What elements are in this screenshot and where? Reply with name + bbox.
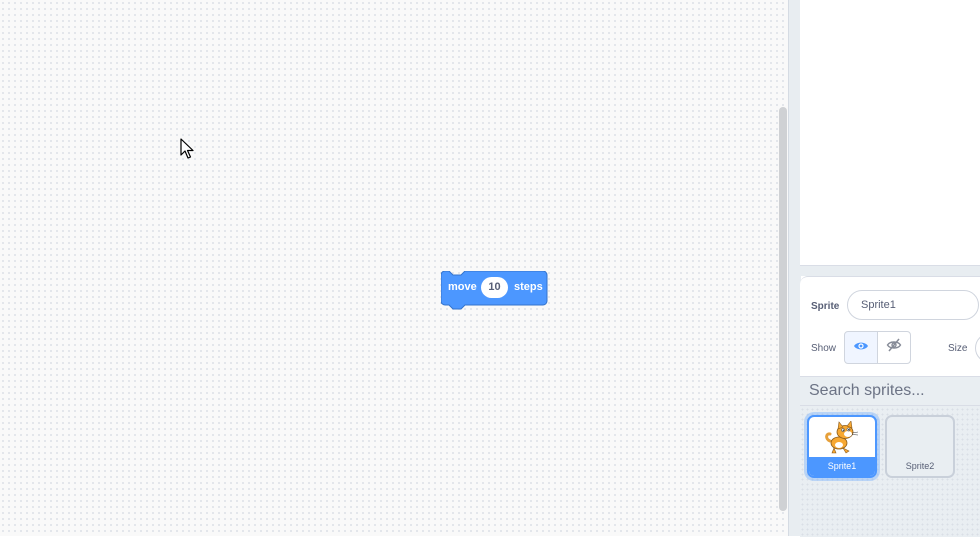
show-sprite-button[interactable] (844, 331, 878, 364)
sprite-name-label: Sprite (811, 301, 840, 312)
eye-slash-icon (886, 338, 902, 357)
sprite-list-panel: Sprite1 Sprite2 (800, 376, 980, 537)
sprite-name-field[interactable]: Sprite1 (847, 290, 979, 320)
search-sprites-input[interactable] (800, 377, 980, 406)
sprite-tile-sprite2[interactable]: Sprite2 (885, 415, 955, 478)
block-label-steps: steps (514, 281, 543, 293)
sprite-tile-name: Sprite2 (905, 461, 935, 471)
stage-gap (800, 266, 980, 276)
sprite-tile-sprite1[interactable]: Sprite1 (807, 415, 877, 478)
cat-costume-icon (809, 417, 875, 458)
code-workspace[interactable] (0, 0, 788, 536)
workspace-scrollbar[interactable] (779, 107, 787, 511)
show-label: Show (811, 343, 837, 354)
move-steps-block[interactable]: move 10 steps (441, 271, 549, 311)
eye-icon (853, 339, 869, 357)
empty-costume-thumbnail (887, 417, 953, 458)
mouse-pointer-icon (180, 138, 194, 165)
steps-input[interactable]: 10 (481, 277, 508, 298)
stage[interactable] (800, 0, 980, 266)
size-label: Size (948, 343, 968, 354)
size-field[interactable] (975, 333, 980, 363)
sprite-tile-name: Sprite1 (809, 457, 875, 476)
sprite-info-panel: Sprite Sprite1 Show Size (800, 276, 980, 377)
block-label-move: move (448, 281, 477, 293)
hide-sprite-button[interactable] (877, 331, 911, 364)
